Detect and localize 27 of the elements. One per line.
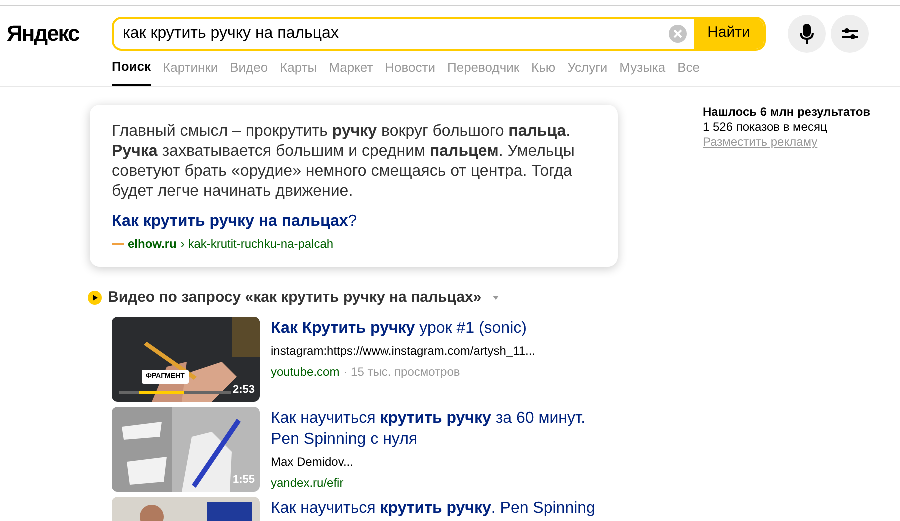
source-link[interactable]: yandex.ru/efir xyxy=(271,474,344,492)
search-button[interactable]: Найти xyxy=(694,18,764,48)
results-count: Нашлось 6 млн результатов xyxy=(703,105,871,120)
favicon-icon xyxy=(112,241,124,247)
view-count: · 15 тыс. просмотров xyxy=(344,364,460,380)
answer-link[interactable]: Как крутить ручку на пальцах? xyxy=(112,210,596,234)
logo[interactable]: Яндекс xyxy=(0,17,112,50)
settings-icon[interactable] xyxy=(831,14,869,52)
video-title[interactable]: Как научиться крутить ручку. Pen Spinning xyxy=(271,498,616,518)
answer-text: Главный смысл – прокрутить ручку вокруг большого пальца. Ручка захватывается большим и средним пальцем. Умельцы советуют брать «орудие» немного смещаясь от центра. Тогда будет легче начинать движение. xyxy=(112,122,576,202)
video-description: Max Demidov... xyxy=(271,454,354,470)
impressions-count: 1 526 показов в месяц xyxy=(703,120,828,135)
search-field[interactable]: как крутить ручку на пальцах Найти xyxy=(112,16,766,50)
caret-icon[interactable] xyxy=(492,295,500,302)
site-link[interactable]: elhow.ru xyxy=(128,235,177,253)
search-text: как крутить ручку на пальцах xyxy=(122,24,340,44)
search-tab[interactable]: Поиск xyxy=(112,56,152,86)
video-duration: 1:55 xyxy=(232,473,255,488)
source-link[interactable]: youtube.com xyxy=(271,362,340,380)
video-title[interactable]: Как Крутить ручку урок #1 (sonic) xyxy=(271,318,616,338)
video-title[interactable]: Как научиться крутить ручку за 60 минут. Pen Spinning с нуля xyxy=(271,408,616,450)
microphone-icon[interactable] xyxy=(788,14,826,52)
video-duration: 2:53 xyxy=(232,383,255,398)
video-description: instagram:https://www.instagram.com/artysh_11... xyxy=(271,342,537,360)
section-heading: Видео по запросу «как крутить ручку на пальцах» xyxy=(108,288,482,308)
path-link[interactable]: › kak-krutit-ruchku-na-palcah xyxy=(180,235,334,253)
play-icon xyxy=(88,291,102,306)
